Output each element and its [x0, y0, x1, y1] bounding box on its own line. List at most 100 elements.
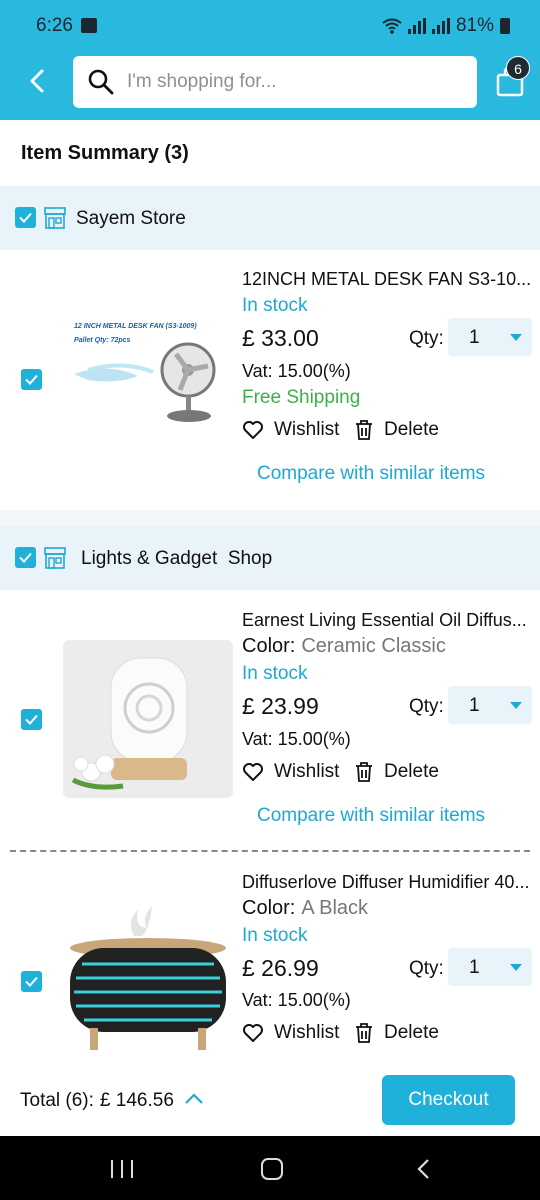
product-image-desk-fan[interactable]: 12 INCH METAL DESK FAN (S3-1009) Pallet … — [68, 314, 233, 426]
item-checkbox[interactable] — [21, 369, 42, 390]
ceramic-diffuser-image — [63, 640, 233, 798]
section-separator — [0, 510, 540, 526]
color-label: Color: — [242, 635, 296, 657]
product-title[interactable]: 12INCH METAL DESK FAN S3-10... — [242, 269, 540, 290]
app-header: I'm shopping for... 6 — [0, 50, 540, 120]
wishlist-button[interactable]: Wishlist — [242, 1022, 339, 1044]
qty-label: Qty: — [409, 958, 444, 979]
wishlist-button[interactable]: Wishlist — [242, 761, 339, 783]
store-checkbox[interactable] — [15, 207, 36, 228]
trash-icon — [356, 1023, 372, 1043]
search-icon — [88, 69, 114, 95]
status-indicators: 81% — [382, 15, 510, 37]
wifi-icon — [382, 18, 402, 34]
stock-status: In stock — [242, 295, 308, 316]
checkmark-icon — [25, 714, 38, 725]
checkmark-icon — [19, 552, 32, 563]
qty-dropdown[interactable]: 1 — [448, 318, 532, 356]
system-nav-bar — [0, 1136, 540, 1200]
wishlist-button[interactable]: Wishlist — [242, 419, 339, 441]
dropdown-caret-icon — [510, 964, 522, 971]
heart-icon — [243, 763, 263, 781]
item-summary-title: Item Summary (3) — [21, 142, 189, 164]
store-icon — [44, 207, 66, 229]
home-icon[interactable] — [261, 1158, 283, 1180]
qty-dropdown[interactable]: 1 — [448, 948, 532, 986]
qty-label: Qty: — [409, 696, 444, 717]
compare-link[interactable]: Compare with similar items — [257, 805, 485, 827]
checkmark-icon — [25, 976, 38, 987]
trash-icon — [356, 420, 372, 440]
color-row: Color: Ceramic Classic — [242, 635, 446, 658]
total-label: Total (6): — [20, 1090, 94, 1111]
wishlist-label: Wishlist — [274, 761, 340, 782]
signal-icon-2 — [431, 18, 450, 34]
color-row: Color: A Black — [242, 897, 368, 920]
store-header-sayem: Sayem Store — [0, 186, 540, 250]
delete-button[interactable]: Delete — [354, 1022, 439, 1044]
product-price: £ 23.99 — [242, 693, 319, 719]
store-name[interactable]: Lights & Gadget Shop — [81, 548, 272, 570]
delete-label: Delete — [384, 1022, 439, 1043]
color-value: A Black — [301, 897, 369, 919]
product-image-oil-diffuser[interactable] — [63, 640, 233, 798]
dropdown-caret-icon — [510, 334, 522, 341]
vat-text: Vat: 15.00(%) — [242, 361, 351, 381]
stock-status: In stock — [242, 663, 308, 684]
wishlist-label: Wishlist — [274, 1022, 340, 1043]
product-price: £ 26.99 — [242, 955, 319, 981]
status-time: 6:26 — [36, 15, 73, 36]
qty-value: 1 — [469, 327, 480, 348]
stock-status: In stock — [242, 925, 308, 946]
system-back-icon[interactable] — [416, 1158, 432, 1180]
image-caption-qty: Pallet Qty: 72pcs — [74, 337, 131, 344]
qty-dropdown[interactable]: 1 — [448, 686, 532, 724]
qty-label: Qty: — [409, 328, 444, 349]
color-label: Color: — [242, 897, 296, 919]
checkout-footer: Total (6): £ 146.56 Checkout — [0, 1066, 540, 1136]
item-divider — [10, 850, 530, 852]
item-checkbox[interactable] — [21, 709, 42, 730]
search-placeholder: I'm shopping for... — [127, 71, 277, 92]
product-title[interactable]: Diffuserlove Diffuser Humidifier 40... — [242, 872, 540, 893]
chevron-up-icon[interactable] — [184, 1092, 204, 1106]
compare-link[interactable]: Compare with similar items — [257, 463, 485, 485]
delete-button[interactable]: Delete — [354, 419, 439, 441]
store-checkbox[interactable] — [15, 547, 36, 568]
delete-label: Delete — [384, 761, 439, 782]
trash-icon — [356, 762, 372, 782]
back-arrow-icon[interactable] — [24, 64, 52, 98]
desk-fan-image: 12 INCH METAL DESK FAN (S3-1009) Pallet … — [68, 314, 233, 426]
battery-icon — [500, 18, 510, 34]
wishlist-label: Wishlist — [274, 419, 340, 440]
recents-icon[interactable] — [111, 1160, 133, 1178]
vat-text: Vat: 15.00(%) — [242, 729, 351, 749]
status-bar: 6:26 81% — [0, 0, 540, 50]
product-price: £ 33.00 — [242, 325, 319, 351]
dropdown-caret-icon — [510, 702, 522, 709]
store-icon — [44, 547, 66, 569]
color-value: Ceramic Classic — [301, 635, 446, 657]
battery-percent: 81% — [455, 15, 494, 36]
signal-icon — [407, 18, 426, 34]
qty-value: 1 — [469, 695, 480, 716]
checkout-button[interactable]: Checkout — [382, 1075, 515, 1125]
black-diffuser-image — [64, 892, 232, 1062]
heart-icon — [243, 1024, 263, 1042]
store-name[interactable]: Sayem Store — [76, 208, 186, 230]
qty-value: 1 — [469, 957, 480, 978]
gallery-notification-icon — [81, 18, 97, 33]
heart-icon — [243, 421, 263, 439]
store-header-lights-gadget: Lights & Gadget Shop — [0, 526, 540, 590]
delete-button[interactable]: Delete — [354, 761, 439, 783]
checkmark-icon — [19, 212, 32, 223]
cart-count-badge: 6 — [506, 56, 530, 80]
product-image-humidifier[interactable] — [64, 892, 232, 1062]
image-caption: 12 INCH METAL DESK FAN (S3-1009) — [74, 323, 197, 330]
item-checkbox[interactable] — [21, 971, 42, 992]
product-title[interactable]: Earnest Living Essential Oil Diffus... — [242, 610, 540, 631]
delete-label: Delete — [384, 419, 439, 440]
vat-text: Vat: 15.00(%) — [242, 990, 351, 1010]
search-input[interactable]: I'm shopping for... — [73, 56, 477, 108]
checkmark-icon — [25, 374, 38, 385]
